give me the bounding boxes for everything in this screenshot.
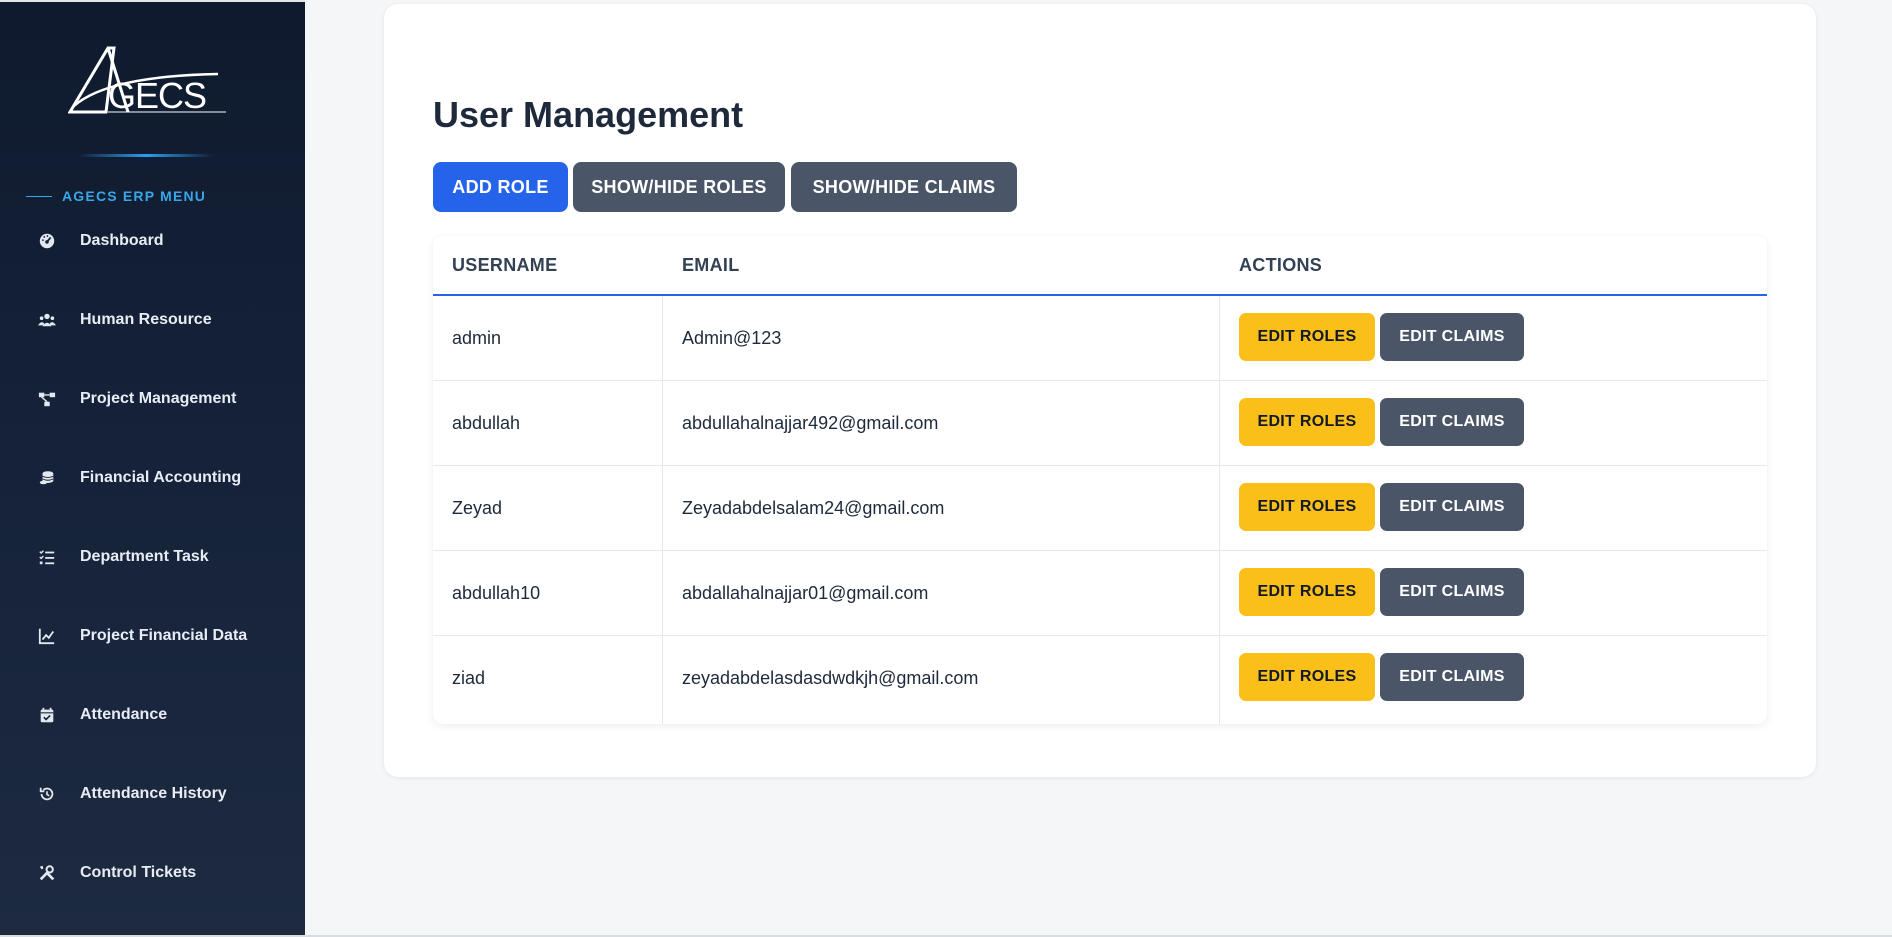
email-cell: Admin@123 (682, 328, 782, 348)
sidebar-item-label: Project Financial Data (80, 627, 248, 644)
coins-icon (35, 466, 59, 490)
sidebar-item-control-tickets[interactable]: Control Tickets (0, 851, 305, 895)
sidebar-item-attendance-history[interactable]: Attendance History (0, 772, 305, 816)
sidebar-item-label: Attendance History (80, 785, 227, 802)
table-row: Zeyad Zeyadabdelsalam24@gmail.com EDIT R… (433, 466, 1767, 551)
sidebar-item-department-task[interactable]: Department Task (0, 535, 305, 579)
username-cell: Zeyad (452, 498, 503, 518)
menu-heading-dash (26, 195, 52, 197)
email-cell: Zeyadabdelsalam24@gmail.com (682, 498, 945, 518)
edit-claims-button[interactable]: EDIT CLAIMS (1380, 398, 1524, 446)
table-row: abdullah abdullahalnajjar492@gmail.com E… (433, 381, 1767, 466)
users-table: USERNAME EMAIL ACTIONS admin Admin@123 E… (433, 236, 1767, 724)
sidebar-item-label: Human Resource (80, 311, 212, 328)
show-hide-claims-button[interactable]: SHOW/HIDE CLAIMS (791, 162, 1017, 212)
edit-roles-button[interactable]: EDIT ROLES (1239, 483, 1375, 531)
menu-heading: AGECS ERP MENU (26, 188, 206, 204)
email-cell: abdallahalnajjar01@gmail.com (682, 583, 929, 603)
username-cell: ziad (452, 668, 486, 688)
project-diagram-icon (35, 387, 59, 411)
sidebar-item-attendance[interactable]: Attendance (0, 693, 305, 737)
sidebar: GECS AGECS ERP MENU Dashboard Human Reso… (0, 0, 305, 935)
username-cell: abdullah10 (452, 583, 541, 603)
username-cell: admin (452, 328, 502, 348)
edit-roles-button[interactable]: EDIT ROLES (1239, 313, 1375, 361)
column-header-email: EMAIL (682, 254, 740, 275)
show-hide-roles-button[interactable]: SHOW/HIDE ROLES (573, 162, 785, 212)
edit-roles-button[interactable]: EDIT ROLES (1239, 653, 1375, 701)
sidebar-item-dashboard[interactable]: Dashboard (0, 219, 305, 263)
table-row: ziad zeyadabdelasdasdwdkjh@gmail.com EDI… (433, 636, 1767, 721)
username-cell: abdullah (452, 413, 521, 433)
task-list-icon (35, 545, 59, 569)
edit-claims-button[interactable]: EDIT CLAIMS (1380, 313, 1524, 361)
sidebar-item-label: Department Task (80, 548, 209, 565)
menu-heading-label: AGECS ERP MENU (62, 188, 207, 204)
table-row: admin Admin@123 EDIT ROLES EDIT CLAIMS (433, 296, 1767, 381)
edit-claims-button[interactable]: EDIT CLAIMS (1380, 653, 1524, 701)
table-row: abdullah10 abdallahalnajjar01@gmail.com … (433, 551, 1767, 636)
sidebar-item-label: Attendance (80, 706, 168, 723)
sidebar-item-project-financial-data[interactable]: Project Financial Data (0, 614, 305, 658)
edit-roles-button[interactable]: EDIT ROLES (1239, 568, 1375, 616)
dashboard-gauge-icon (35, 229, 59, 253)
line-chart-icon (35, 624, 59, 648)
edit-claims-button[interactable]: EDIT CLAIMS (1380, 483, 1524, 531)
page-title: User Management (433, 94, 744, 135)
svg-text:GECS: GECS (108, 75, 206, 116)
email-cell: zeyadabdelasdasdwdkjh@gmail.com (682, 668, 979, 688)
logo-underline-glow (78, 154, 214, 157)
users-icon (35, 308, 59, 332)
email-cell: abdullahalnajjar492@gmail.com (682, 413, 939, 433)
agecs-logo-mark: GECS (68, 46, 226, 116)
column-header-username: USERNAME (452, 254, 558, 275)
edit-claims-button[interactable]: EDIT CLAIMS (1380, 568, 1524, 616)
sidebar-item-label: Dashboard (80, 232, 164, 249)
column-header-actions: ACTIONS (1239, 254, 1323, 275)
sidebar-item-label: Project Management (80, 390, 237, 407)
sidebar-item-financial-accounting[interactable]: Financial Accounting (0, 456, 305, 500)
sidebar-item-project-management[interactable]: Project Management (0, 377, 305, 421)
history-icon (35, 782, 59, 806)
edit-roles-button[interactable]: EDIT ROLES (1239, 398, 1375, 446)
calendar-check-icon (35, 703, 59, 727)
add-role-button[interactable]: ADD ROLE (433, 162, 568, 212)
agecs-logo[interactable]: GECS (68, 46, 228, 122)
sidebar-item-label: Control Tickets (80, 864, 197, 881)
sidebar-item-human-resource[interactable]: Human Resource (0, 298, 305, 342)
sidebar-item-label: Financial Accounting (80, 469, 242, 486)
tools-icon (35, 861, 59, 885)
